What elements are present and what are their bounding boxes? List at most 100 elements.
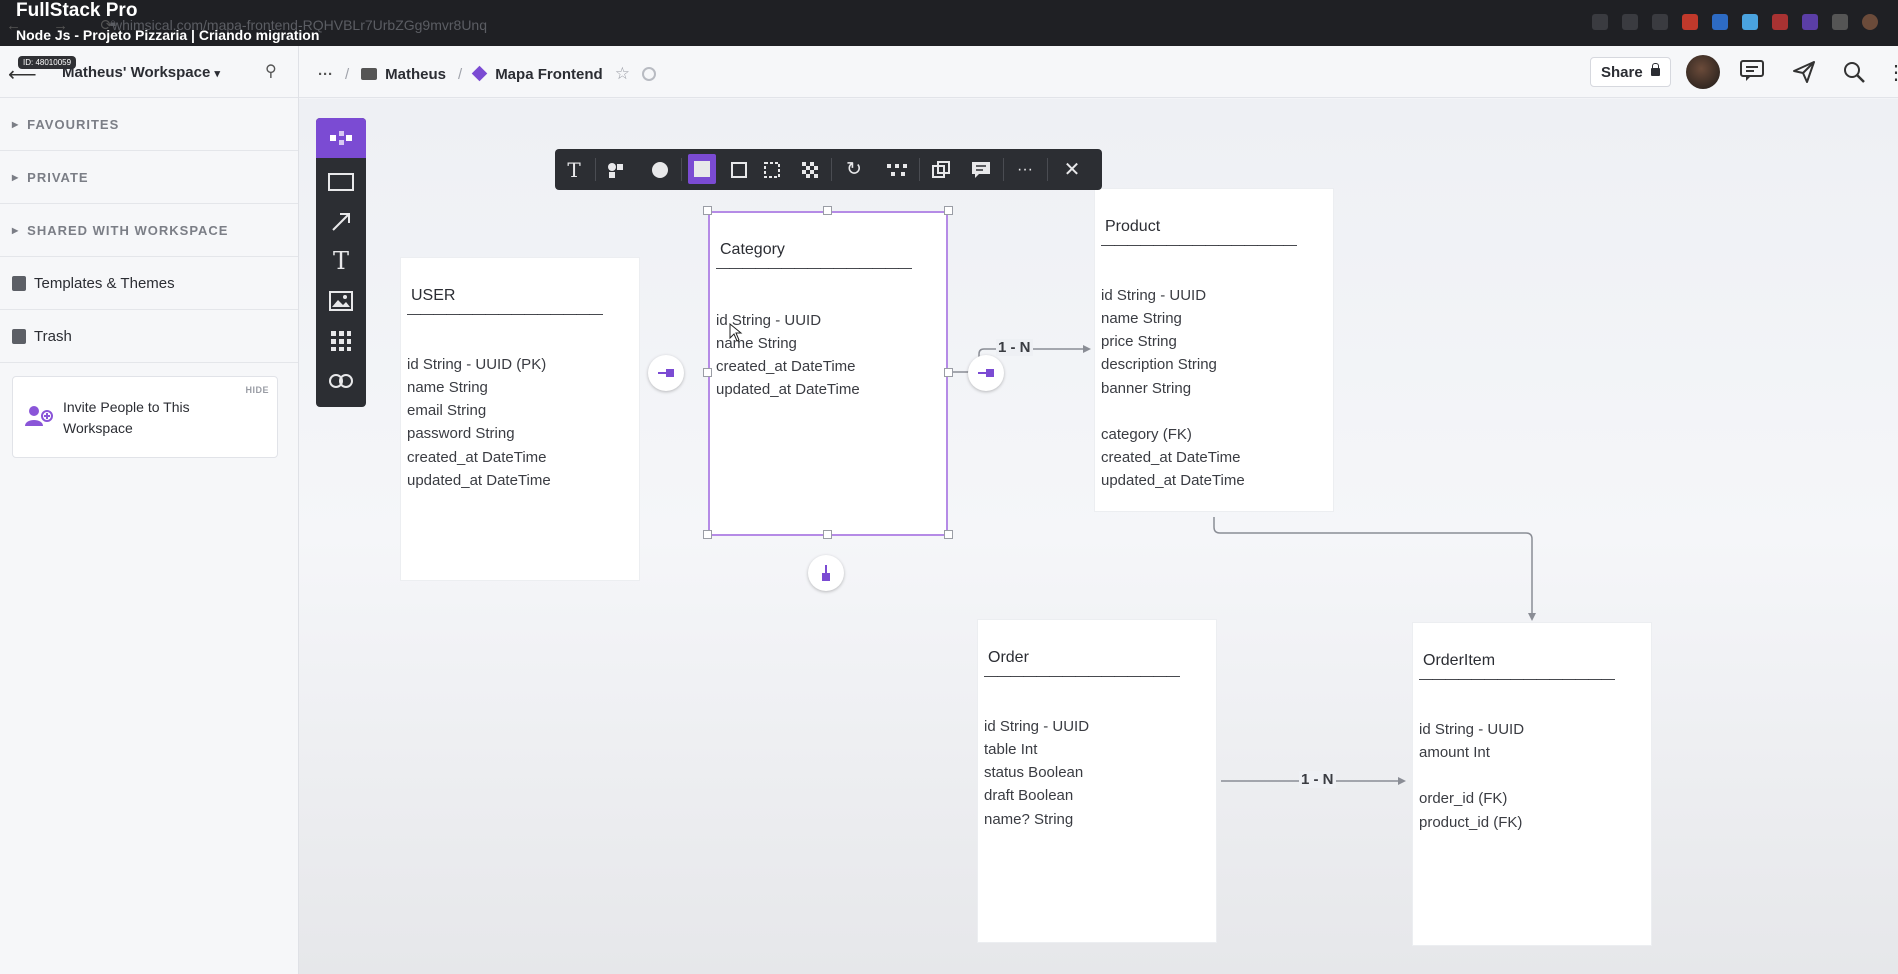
profile-icon[interactable] [1862, 14, 1878, 30]
align-button[interactable] [881, 149, 915, 190]
caret-right-icon: ▶ [12, 225, 20, 235]
tool-arrow[interactable] [316, 204, 366, 240]
resize-handle[interactable] [823, 530, 832, 539]
comment-button[interactable] [964, 149, 998, 190]
sidebar-section-favourites[interactable]: ▶ FAVOURITES [0, 98, 298, 151]
field: updated_at DateTime [1101, 472, 1245, 489]
sidebar-item-trash[interactable]: Trash [0, 310, 298, 363]
resize-handle[interactable] [823, 206, 832, 215]
invite-card[interactable]: HIDE Invite People to This Workspace [12, 376, 278, 458]
search-icon[interactable] [1842, 60, 1866, 90]
caret-right-icon: ▶ [12, 172, 20, 182]
tool-link[interactable] [316, 363, 366, 399]
sidebar-item-templates[interactable]: Templates & Themes [0, 257, 298, 310]
field: status Boolean [984, 764, 1084, 781]
table-card-order[interactable]: Order ——————————————— id String - UUID t… [977, 619, 1217, 943]
table-card-user[interactable]: USER ——————————————— id String - UUID (P… [400, 257, 640, 581]
check-circle-icon[interactable] [641, 67, 656, 81]
tool-rectangle[interactable] [316, 164, 366, 200]
fill-solid-button[interactable] [688, 154, 716, 184]
resize-handle[interactable] [703, 368, 712, 377]
field: id String - UUID [1419, 721, 1525, 738]
bookmark-star-icon[interactable] [1652, 14, 1668, 30]
resize-handle[interactable] [944, 368, 953, 377]
mouse-cursor-icon [729, 323, 743, 342]
puzzle-icon[interactable] [1832, 14, 1848, 30]
sidebar-section-label: FAVOURITES [27, 116, 120, 132]
avatar[interactable] [1686, 55, 1720, 89]
extension-icon[interactable] [1742, 14, 1758, 30]
resize-handle[interactable] [703, 206, 712, 215]
star-icon[interactable]: ☆ [615, 64, 630, 84]
extension-icon[interactable] [1682, 14, 1698, 30]
field: category (FK) [1101, 426, 1192, 443]
close-toolbar-button[interactable]: ✕ [1055, 149, 1089, 190]
shapes-button[interactable] [599, 149, 633, 190]
board-canvas[interactable]: USER ——————————————— id String - UUID (P… [299, 99, 1898, 974]
send-icon[interactable] [1792, 60, 1816, 90]
chevron-down-icon: ▾ [214, 68, 221, 80]
share-icon[interactable] [1622, 14, 1638, 30]
resize-handle[interactable] [944, 530, 953, 539]
sidebar: ▶ FAVOURITES ▶ PRIVATE ▶ SHARED WITH WOR… [0, 98, 298, 974]
toolbar-separator [1047, 158, 1048, 181]
relation-label[interactable]: 1 - N [996, 339, 1033, 356]
tool-flowchart[interactable] [316, 118, 366, 158]
pin-icon[interactable]: ⚲ [265, 61, 277, 81]
download-icon[interactable] [1592, 14, 1608, 30]
connect-right-handle[interactable] [968, 355, 1004, 391]
field: order_id (FK) [1419, 790, 1508, 807]
workspace-switcher[interactable]: Matheus' Workspace ▾ [62, 64, 220, 81]
field: id String - UUID [1101, 287, 1207, 304]
tool-text[interactable]: T [316, 243, 366, 279]
tool-image[interactable] [316, 283, 366, 319]
connect-left-handle[interactable] [648, 355, 684, 391]
more-options-button[interactable]: ··· [1008, 149, 1042, 190]
text-format-button[interactable]: T [557, 149, 591, 190]
shapes-icon [608, 162, 623, 178]
field: name String [407, 379, 488, 396]
sidebar-section-private[interactable]: ▶ PRIVATE [0, 151, 298, 204]
arrowhead [1398, 777, 1406, 785]
connect-bottom-handle[interactable] [808, 555, 844, 591]
extension-icon[interactable] [1712, 14, 1728, 30]
sidebar-section-shared[interactable]: ▶ SHARED WITH WORKSPACE [0, 204, 298, 257]
more-icon: ··· [1017, 160, 1033, 178]
breadcrumb: ··· / Matheus / Mapa Frontend ☆ [318, 64, 656, 84]
border-button[interactable] [722, 149, 756, 190]
breadcrumb-folder[interactable]: Matheus [361, 66, 446, 83]
card-divider: ——————————————— [1101, 236, 1297, 252]
field: name? String [984, 811, 1074, 828]
more-icon[interactable]: ··· [318, 66, 333, 83]
breadcrumb-board[interactable]: Mapa Frontend [471, 65, 603, 83]
template-icon [12, 275, 26, 291]
arrowhead [1528, 613, 1536, 621]
dashed-border-button[interactable] [755, 149, 789, 190]
resize-handle[interactable] [703, 530, 712, 539]
table-card-orderitem[interactable]: OrderItem ——————————————— id String - UU… [1412, 622, 1652, 946]
transparent-button[interactable] [793, 149, 827, 190]
field: draft Boolean [984, 787, 1074, 804]
color-button[interactable] [644, 149, 678, 190]
color-circle-icon [652, 161, 668, 178]
comments-icon[interactable] [1740, 60, 1764, 88]
extension-icon[interactable] [1772, 14, 1788, 30]
extension-icon[interactable] [1802, 14, 1818, 30]
toolbar-separator [681, 158, 682, 181]
sidebar-section-label: PRIVATE [27, 169, 89, 185]
duplicate-button[interactable] [924, 149, 958, 190]
diamond-icon [471, 65, 488, 81]
field: table Int [984, 741, 1038, 758]
field: name String [1101, 310, 1182, 327]
hide-button[interactable]: HIDE [245, 385, 269, 395]
relation-label[interactable]: 1 - N [1299, 771, 1336, 788]
folder-icon [361, 67, 378, 80]
resize-handle[interactable] [944, 206, 953, 215]
more-vertical-icon[interactable]: ⋮ [1886, 60, 1898, 85]
duplicate-icon [932, 160, 950, 178]
rotate-button[interactable]: ↻ [837, 149, 871, 190]
share-button[interactable]: Share [1590, 57, 1671, 87]
rotate-icon: ↻ [846, 159, 862, 180]
tool-grid[interactable] [316, 323, 366, 359]
table-card-product[interactable]: Product ——————————————— id String - UUID… [1094, 188, 1334, 512]
